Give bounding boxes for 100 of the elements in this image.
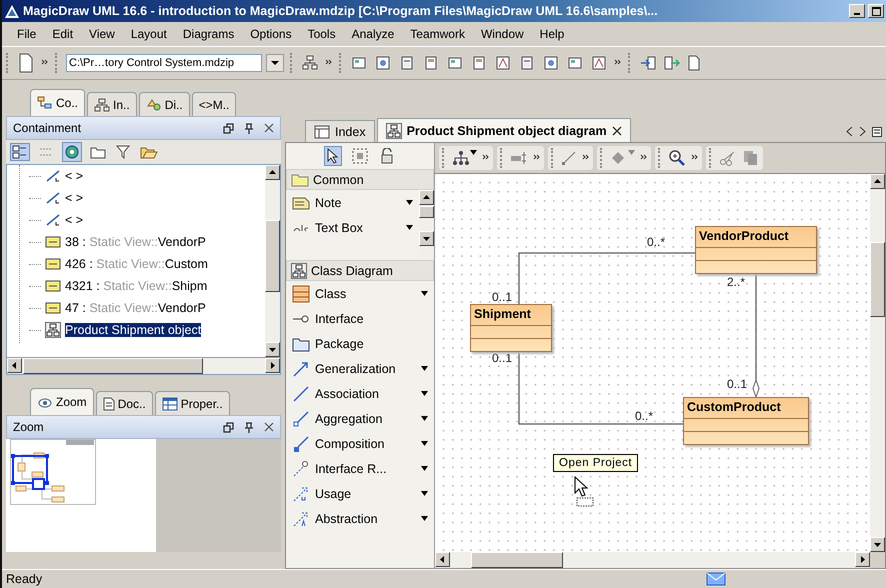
scrollbar-thumb[interactable] <box>471 552 563 568</box>
palette-item[interactable]: Interface <box>286 306 434 331</box>
tab-list-icon[interactable] <box>872 127 882 137</box>
menu-item[interactable]: Analyze <box>344 25 402 43</box>
toolbar-button[interactable] <box>663 54 681 72</box>
scrollbar-thumb[interactable] <box>265 220 280 292</box>
palette-item[interactable]: Generalization <box>286 356 434 381</box>
scrollbar-thumb[interactable] <box>419 206 434 218</box>
chevron-icon[interactable] <box>41 59 49 67</box>
palette-item[interactable]: Association <box>286 381 434 406</box>
chevron-icon[interactable] <box>533 154 541 162</box>
tree-item[interactable]: 47 : Static View::VendorP <box>29 297 265 319</box>
dropdown-arrow-icon[interactable] <box>421 291 428 296</box>
menu-item[interactable]: Teamwork <box>403 25 472 43</box>
pin-button[interactable] <box>244 122 254 134</box>
zoom-preview-drawing[interactable] <box>10 439 96 505</box>
dropdown-arrow-icon[interactable] <box>421 416 428 421</box>
project-path-field[interactable]: C:\Pr…tory Control System.mdzip <box>66 54 262 72</box>
panel-tab[interactable]: <>M.. <box>192 92 236 116</box>
tree-item[interactable]: 426 : Static View::Custom <box>29 253 265 275</box>
pin-button[interactable] <box>244 422 254 432</box>
diagram-tab[interactable]: Index <box>305 120 375 142</box>
chevron-icon[interactable] <box>482 154 490 162</box>
menu-item[interactable]: Options <box>243 25 299 43</box>
palette-group[interactable]: Class Diagram <box>286 260 434 281</box>
menu-item[interactable]: Edit <box>45 25 80 43</box>
scrollbar-thumb[interactable] <box>870 242 885 317</box>
tree-item[interactable]: 38 : Static View::VendorP <box>29 231 265 253</box>
panel-tab[interactable]: Zoom <box>30 388 94 415</box>
close-button[interactable] <box>264 123 274 133</box>
palette-item[interactable]: Interface R... <box>286 456 434 481</box>
tab-right-icon[interactable] <box>859 127 866 136</box>
toolbar-button[interactable] <box>687 54 701 72</box>
tree-item[interactable]: < > <box>29 209 265 231</box>
tree-item[interactable]: < > <box>29 165 265 187</box>
scroll-left-button[interactable] <box>7 358 22 373</box>
scroll-right-icon[interactable] <box>859 556 866 563</box>
scroll-up-button[interactable] <box>870 174 885 189</box>
palette-item[interactable]: Note <box>286 190 419 215</box>
scroll-up-icon[interactable] <box>423 194 430 201</box>
diagram-tab[interactable]: Product Shipment object diagram <box>376 118 631 142</box>
toolbar-button[interactable] <box>301 54 319 72</box>
scroll-down-icon[interactable] <box>423 235 430 242</box>
scroll-down-button[interactable] <box>870 537 885 552</box>
scroll-down-button[interactable] <box>265 342 280 357</box>
scroll-left-button[interactable] <box>435 552 450 567</box>
scroll-up-button[interactable] <box>265 165 280 180</box>
dropdown-arrow-icon[interactable] <box>421 466 428 471</box>
dropdown-arrow-icon[interactable] <box>421 391 428 396</box>
panel-tab[interactable]: Proper.. <box>154 391 230 415</box>
panel-tab[interactable]: Doc.. <box>96 391 153 415</box>
scroll-right-button[interactable] <box>265 358 280 373</box>
chevron-icon[interactable] <box>325 59 333 67</box>
dropdown-button[interactable] <box>266 54 284 72</box>
layout-button[interactable] <box>451 149 478 167</box>
palette-item[interactable]: Abstraction <box>286 506 434 531</box>
restore-button[interactable] <box>223 422 234 432</box>
scroll-down-icon[interactable] <box>269 346 276 353</box>
panel-tab[interactable]: Di.. <box>138 92 190 116</box>
class-node[interactable]: VendorProduct <box>695 226 817 274</box>
scroll-left-icon[interactable] <box>439 556 446 563</box>
menu-item[interactable]: Help <box>532 25 572 43</box>
menu-item[interactable]: View <box>82 25 122 43</box>
minimize-button[interactable] <box>849 4 865 18</box>
scroll-up-button[interactable] <box>419 190 434 205</box>
chevron-icon[interactable] <box>614 59 622 67</box>
palette-item[interactable]: Composition <box>286 431 434 456</box>
palette-item[interactable]: Package <box>286 331 434 356</box>
marquee-button[interactable] <box>350 146 370 166</box>
maximize-button[interactable] <box>868 4 884 18</box>
close-icon[interactable] <box>612 126 622 136</box>
scroll-right-button[interactable] <box>855 552 870 567</box>
chevron-icon[interactable] <box>691 154 699 162</box>
class-node[interactable]: CustomProduct <box>683 397 809 445</box>
tab-left-icon[interactable] <box>846 127 853 136</box>
dropdown-arrow-icon[interactable] <box>421 441 428 446</box>
dropdown-arrow-icon[interactable] <box>406 225 413 230</box>
palette-item[interactable]: Aggregation <box>286 406 434 431</box>
toolbar-button[interactable] <box>10 143 30 161</box>
menu-item[interactable]: Layout <box>124 25 174 43</box>
tree-item[interactable]: Product Shipment object <box>29 319 265 341</box>
scroll-up-icon[interactable] <box>269 169 276 176</box>
dropdown-arrow-icon[interactable] <box>421 491 428 496</box>
tree-item[interactable]: < > <box>29 187 265 209</box>
panel-tab[interactable]: Co.. <box>30 89 86 116</box>
close-button[interactable] <box>264 422 274 432</box>
toolbar-button[interactable] <box>62 142 82 162</box>
scroll-right-icon[interactable] <box>269 362 276 369</box>
chevron-icon[interactable] <box>640 154 648 162</box>
menu-item[interactable]: Tools <box>300 25 343 43</box>
panel-tab[interactable]: In.. <box>87 92 137 116</box>
scroll-left-icon[interactable] <box>11 362 18 369</box>
class-node[interactable]: Shipment <box>470 304 552 352</box>
dropdown-arrow-icon[interactable] <box>421 516 428 521</box>
menu-item[interactable]: Window <box>474 25 531 43</box>
scroll-down-icon[interactable] <box>874 541 881 548</box>
dropdown-arrow-icon[interactable] <box>406 200 413 205</box>
palette-item[interactable]: Text Box <box>286 215 419 240</box>
chevron-icon[interactable] <box>582 154 590 162</box>
menu-item[interactable]: Diagrams <box>176 25 242 43</box>
